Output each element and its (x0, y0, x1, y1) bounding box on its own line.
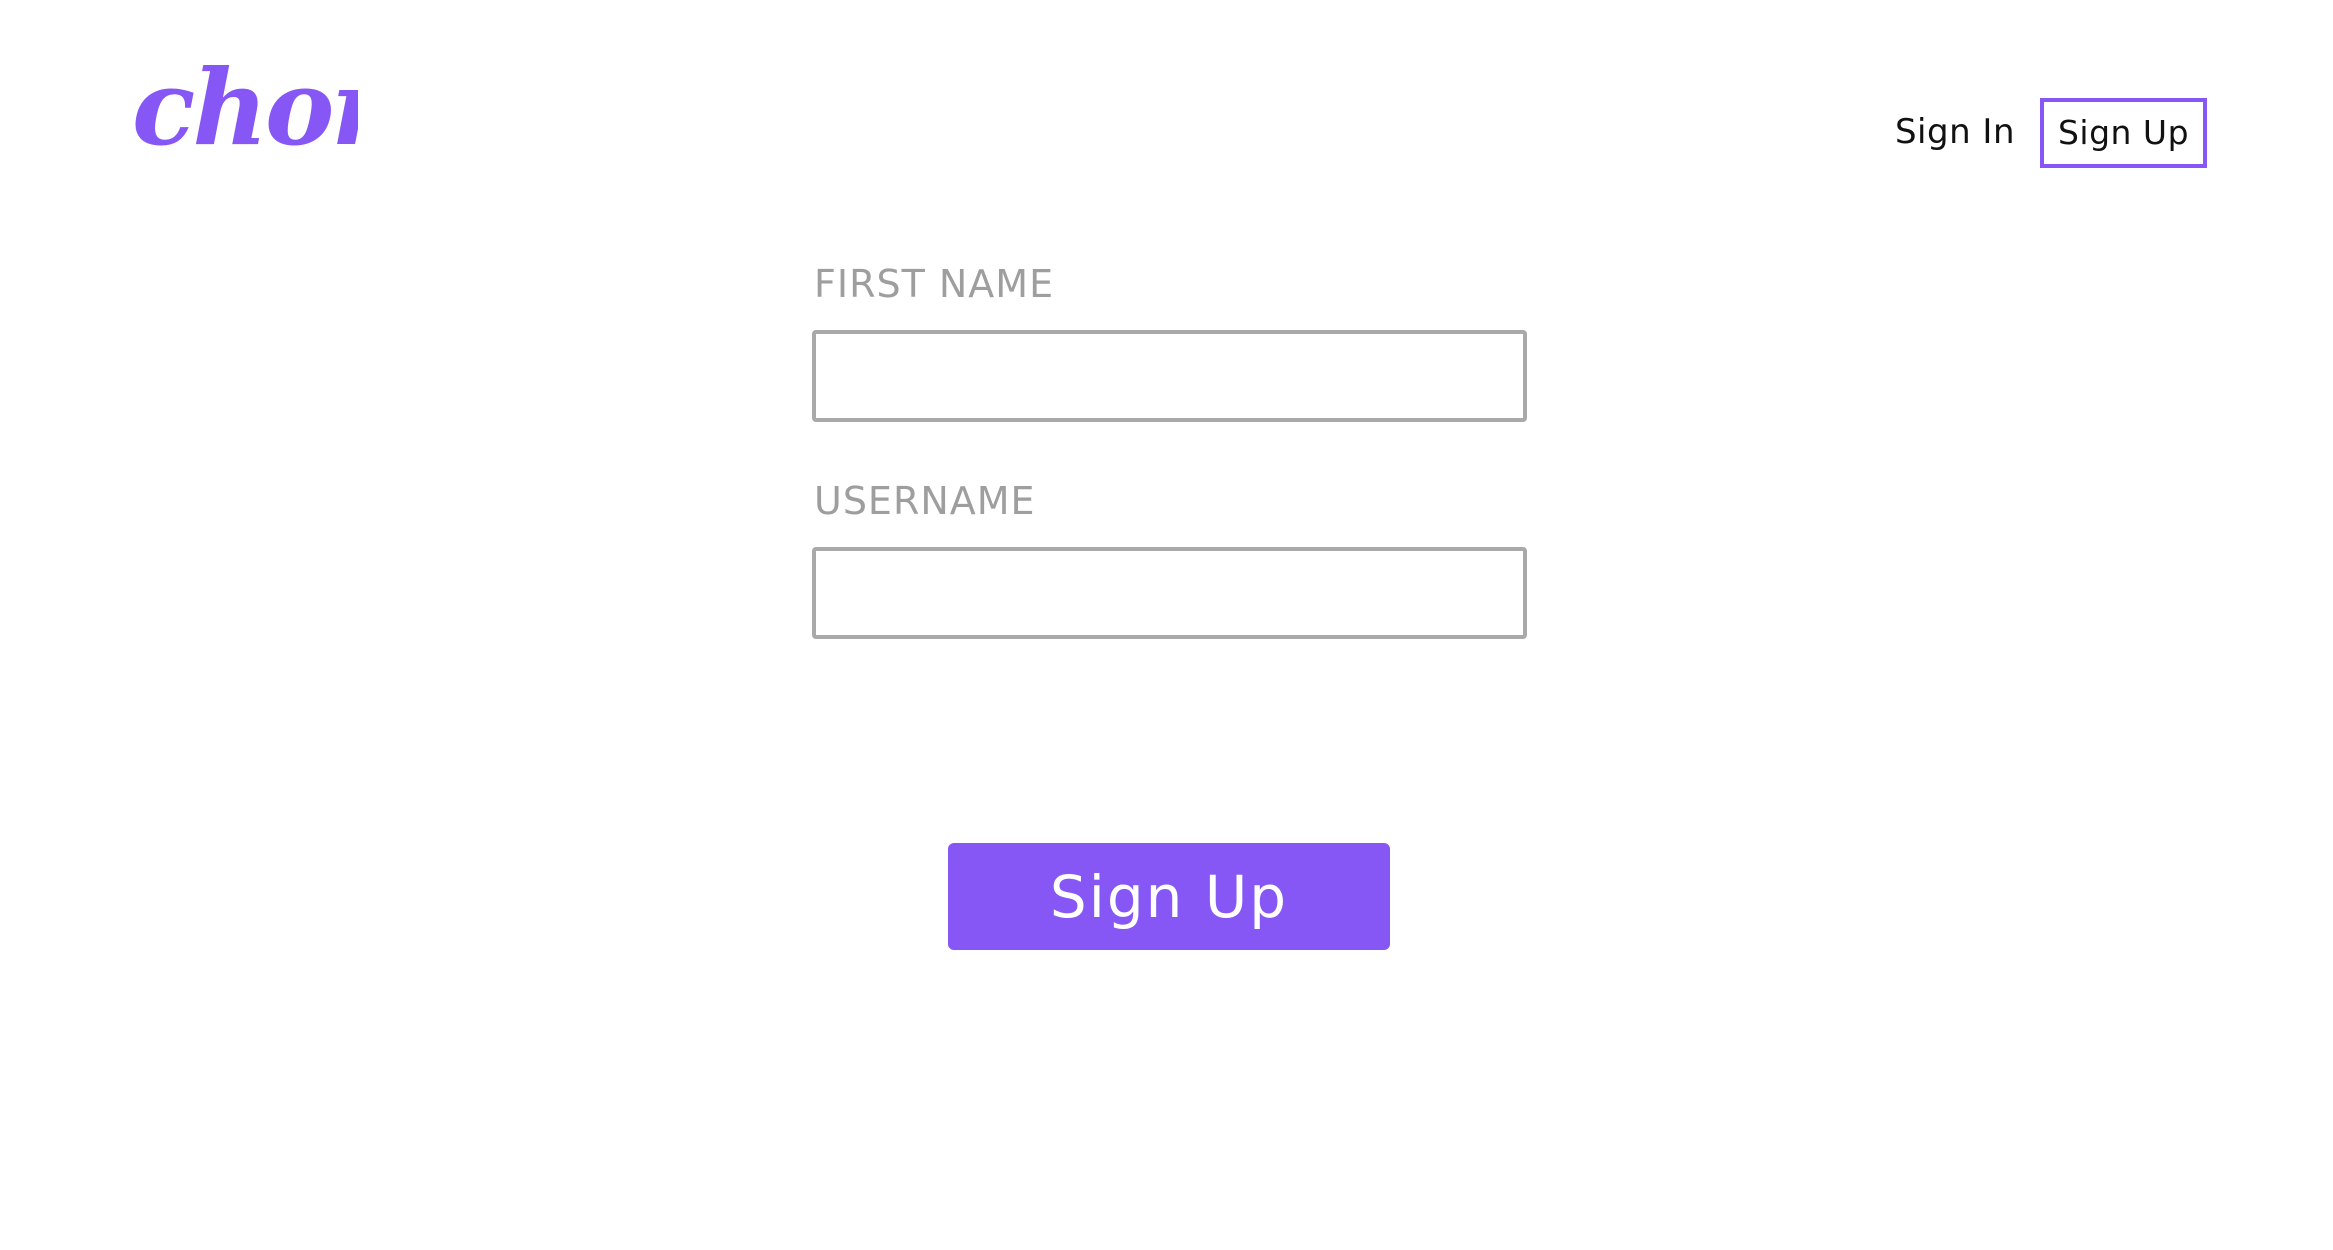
logo-text: chorus (132, 62, 358, 169)
sign-up-submit-button[interactable]: Sign Up (948, 843, 1390, 950)
first-name-input[interactable] (812, 330, 1527, 422)
first-name-label: FIRST NAME (814, 262, 1055, 306)
chorus-logo-mark: chorus (132, 62, 358, 169)
nav-sign-in-link[interactable]: Sign In (1880, 100, 2030, 164)
nav-sign-up-button[interactable]: Sign Up (2040, 98, 2207, 168)
username-label: USERNAME (814, 479, 1036, 523)
chorus-logo[interactable]: chorus (128, 62, 358, 172)
username-input[interactable] (812, 547, 1527, 639)
